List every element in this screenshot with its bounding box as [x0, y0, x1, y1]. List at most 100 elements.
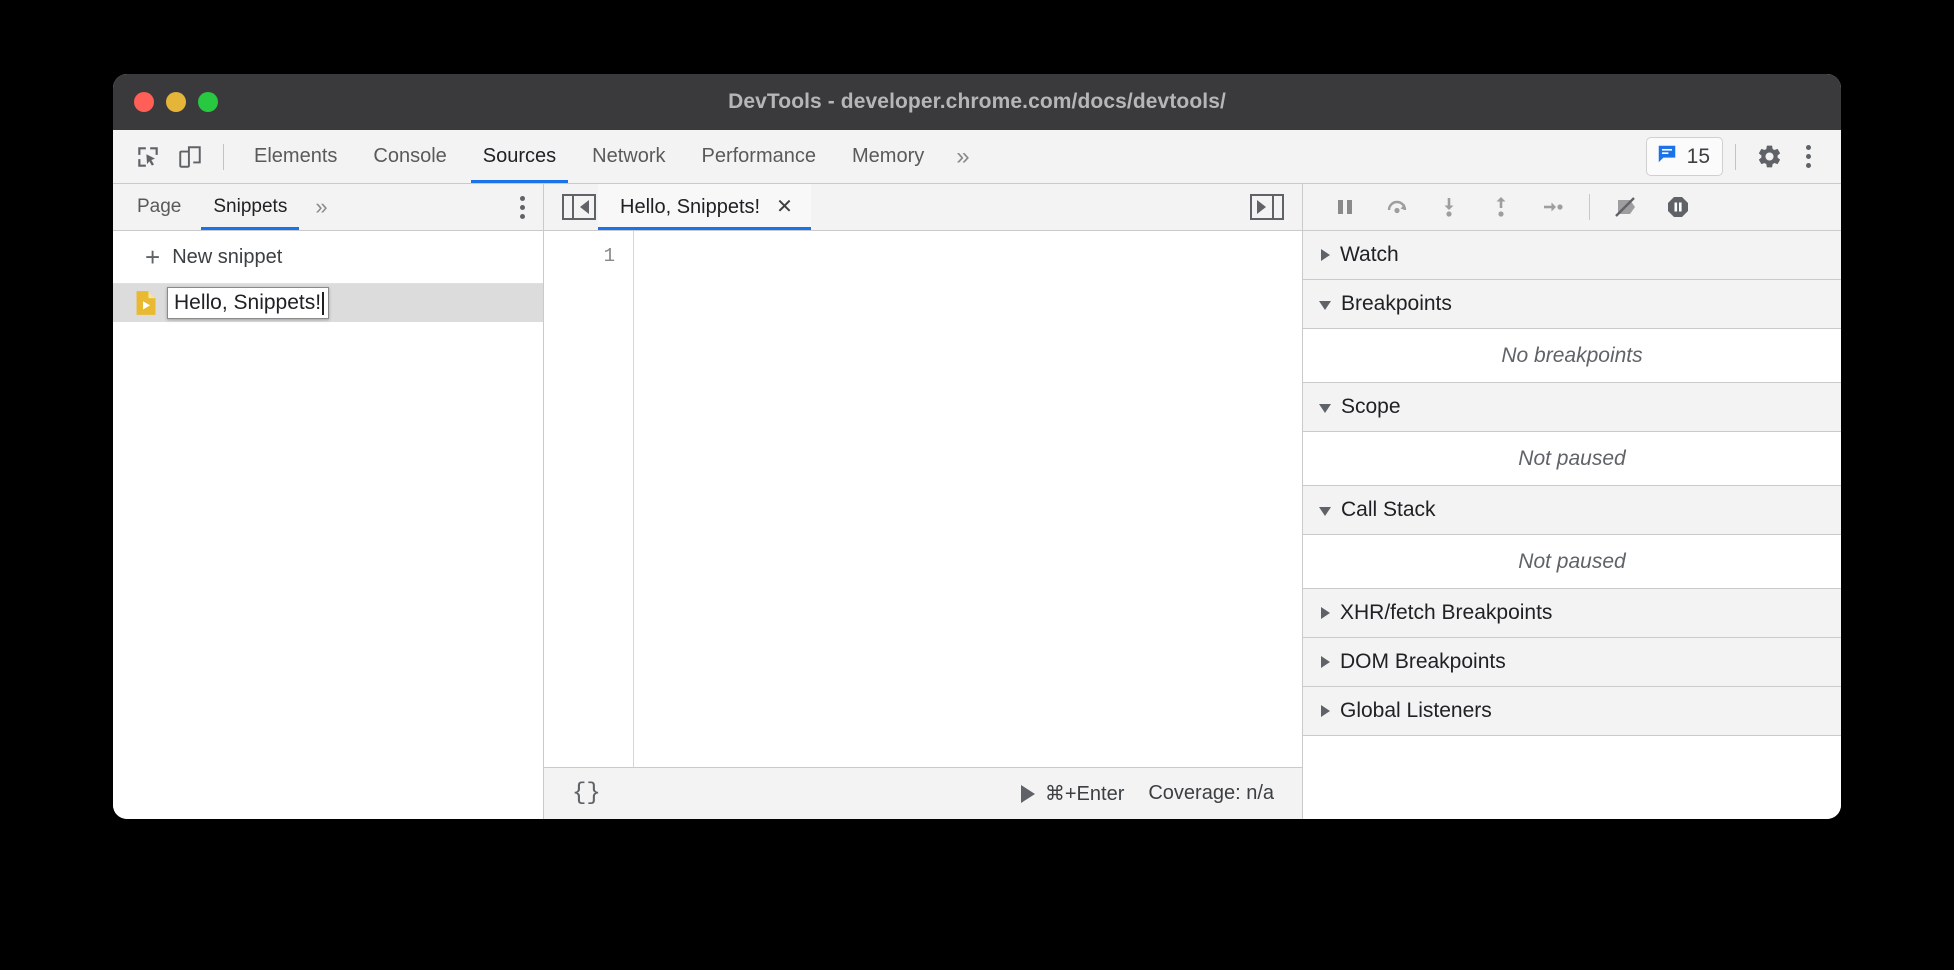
section-watch[interactable]: Watch [1303, 231, 1841, 280]
chevron-right-icon [1321, 249, 1330, 261]
tab-memory[interactable]: Memory [834, 130, 942, 183]
step-icon[interactable] [1529, 189, 1577, 225]
debugger-divider [1589, 194, 1590, 220]
navigator-tabbar: Page Snippets » [113, 184, 543, 231]
snippet-list-item[interactable]: Hello, Snippets! [113, 284, 543, 322]
chevron-right-icon [1321, 607, 1330, 619]
section-label: Scope [1341, 395, 1401, 419]
gear-icon[interactable] [1748, 136, 1790, 178]
tab-label: Console [373, 145, 446, 168]
new-snippet-button[interactable]: + New snippet [113, 231, 543, 284]
chevron-down-icon [1319, 404, 1331, 413]
snippet-rename-value: Hello, Snippets! [174, 290, 321, 316]
minimize-window-button[interactable] [166, 92, 186, 112]
section-label: Call Stack [1341, 498, 1436, 522]
section-breakpoints[interactable]: Breakpoints [1303, 280, 1841, 329]
editor-pane: Hello, Snippets! ✕ 1 {} [544, 184, 1303, 819]
scope-empty-state: Not paused [1303, 432, 1841, 486]
tab-label: Sources [483, 145, 556, 168]
line-number-gutter: 1 [544, 231, 634, 767]
section-scope[interactable]: Scope [1303, 383, 1841, 432]
tab-performance[interactable]: Performance [684, 130, 835, 183]
code-editor[interactable]: 1 [544, 231, 1302, 767]
tab-label: Elements [254, 145, 337, 168]
play-icon [1021, 785, 1035, 803]
section-label: Watch [1340, 243, 1399, 267]
snippet-file-icon [135, 290, 157, 316]
navigator-pane: Page Snippets » + New snippet H [113, 184, 544, 819]
code-content[interactable] [634, 231, 1302, 767]
maximize-window-button[interactable] [198, 92, 218, 112]
deactivate-breakpoints-icon[interactable] [1602, 189, 1650, 225]
toolbar-divider [223, 144, 224, 170]
snippet-rename-input[interactable]: Hello, Snippets! [167, 287, 329, 319]
section-label: XHR/fetch Breakpoints [1340, 601, 1552, 625]
new-snippet-label: New snippet [172, 246, 282, 269]
section-label: Breakpoints [1341, 292, 1452, 316]
tab-elements[interactable]: Elements [236, 130, 355, 183]
traffic-lights [134, 92, 218, 112]
tab-label: Memory [852, 145, 924, 168]
editor-footer-right: ⌘+Enter Coverage: n/a [1021, 781, 1280, 806]
device-toolbar-icon[interactable] [169, 136, 211, 178]
navigator-kebab-menu-icon[interactable] [504, 196, 543, 219]
tab-label: Network [592, 145, 665, 168]
coverage-status: Coverage: n/a [1148, 782, 1274, 805]
issues-count: 15 [1687, 145, 1710, 169]
show-debugger-panel-icon[interactable] [1248, 192, 1286, 222]
nav-tab-snippets[interactable]: Snippets [197, 184, 303, 230]
panel-tabs: Elements Console Sources Network Perform… [236, 130, 984, 183]
toolbar-divider-2 [1735, 144, 1736, 170]
nav-tab-page[interactable]: Page [121, 184, 197, 230]
chevron-down-icon [1319, 301, 1331, 310]
pause-on-exceptions-icon[interactable] [1654, 189, 1702, 225]
more-panels-icon[interactable]: » [942, 130, 983, 183]
section-call-stack[interactable]: Call Stack [1303, 486, 1841, 535]
step-into-icon[interactable] [1425, 189, 1473, 225]
title-bar: DevTools - developer.chrome.com/docs/dev… [113, 74, 1841, 130]
run-shortcut-label: ⌘+Enter [1045, 781, 1124, 806]
tab-network[interactable]: Network [574, 130, 683, 183]
debugger-toolbar [1303, 184, 1841, 231]
issues-badge[interactable]: 15 [1646, 137, 1723, 176]
editor-tabbar: Hello, Snippets! ✕ [544, 184, 1302, 231]
show-navigator-panel-icon[interactable] [560, 192, 598, 222]
more-navigator-tabs-icon[interactable]: » [303, 194, 339, 220]
line-number: 1 [544, 245, 615, 267]
section-label: Global Listeners [1340, 699, 1492, 723]
breakpoints-empty-state: No breakpoints [1303, 329, 1841, 383]
window-title: DevTools - developer.chrome.com/docs/dev… [113, 90, 1841, 114]
format-code-button[interactable]: {} [566, 780, 607, 807]
devtools-body: Page Snippets » + New snippet H [113, 184, 1841, 819]
section-dom-breakpoints[interactable]: DOM Breakpoints [1303, 638, 1841, 687]
editor-tab-label: Hello, Snippets! [620, 196, 760, 219]
step-out-icon[interactable] [1477, 189, 1525, 225]
nav-tab-label: Snippets [213, 196, 287, 218]
inspect-element-icon[interactable] [127, 136, 169, 178]
issues-message-icon [1656, 143, 1678, 170]
chevron-down-icon [1319, 507, 1331, 516]
editor-footer: {} ⌘+Enter Coverage: n/a [544, 767, 1302, 819]
section-global-listeners[interactable]: Global Listeners [1303, 687, 1841, 736]
run-snippet-button[interactable]: ⌘+Enter [1021, 781, 1124, 806]
section-xhr-fetch-breakpoints[interactable]: XHR/fetch Breakpoints [1303, 589, 1841, 638]
close-window-button[interactable] [134, 92, 154, 112]
chevron-right-icon [1321, 705, 1330, 717]
tab-sources[interactable]: Sources [465, 130, 574, 183]
tab-label: Performance [702, 145, 817, 168]
debugger-sections: Watch Breakpoints No breakpoints Scope N… [1303, 231, 1841, 819]
close-icon[interactable]: ✕ [776, 197, 793, 217]
debugger-pane: Watch Breakpoints No breakpoints Scope N… [1303, 184, 1841, 819]
kebab-menu-icon[interactable] [1790, 145, 1827, 168]
nav-tab-label: Page [137, 196, 181, 218]
main-toolbar: Elements Console Sources Network Perform… [113, 130, 1841, 184]
text-caret [322, 292, 324, 315]
plus-icon: + [145, 244, 160, 270]
section-label: DOM Breakpoints [1340, 650, 1506, 674]
devtools-window: DevTools - developer.chrome.com/docs/dev… [113, 74, 1841, 819]
step-over-icon[interactable] [1373, 189, 1421, 225]
toolbar-right-group: 15 [1646, 136, 1841, 178]
pause-script-icon[interactable] [1321, 189, 1369, 225]
tab-console[interactable]: Console [355, 130, 464, 183]
editor-tab-snippet[interactable]: Hello, Snippets! ✕ [598, 184, 811, 230]
